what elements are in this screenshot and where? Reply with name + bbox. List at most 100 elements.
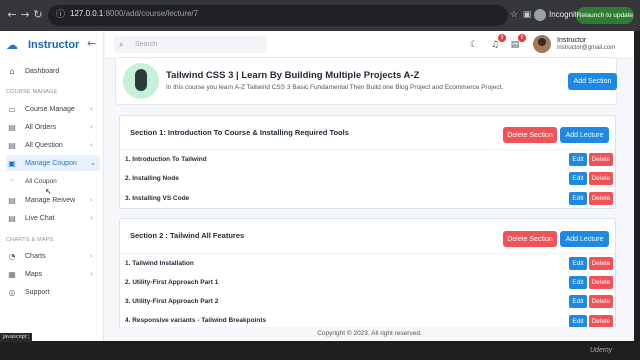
incognito-indicator: Incognito	[534, 9, 581, 21]
edit-lecture-button[interactable]: Edit	[569, 172, 587, 185]
relaunch-button[interactable]: Relaunch to update	[576, 7, 634, 24]
edit-lecture-button[interactable]: Edit	[569, 192, 587, 205]
add-lecture-button[interactable]: Add Lecture	[560, 231, 609, 247]
avatar	[533, 35, 551, 53]
info-icon[interactable]: ⓘ	[56, 9, 68, 21]
sidebar-item-label: Dashboard	[25, 67, 60, 75]
chevron-left-icon: ‹	[90, 105, 93, 113]
forward-icon[interactable]: →	[18, 8, 32, 22]
orders-icon: ▤	[8, 122, 16, 132]
sidebar-item-label: Manage Coupon	[25, 159, 77, 167]
section-label-charts-maps: CHARTS & MAPS	[6, 237, 54, 243]
notification-badge: 0	[498, 34, 506, 42]
sidepanel-icon[interactable]: ▣	[521, 9, 533, 21]
reload-icon[interactable]: ↻	[31, 8, 45, 22]
search-input[interactable]	[135, 41, 255, 48]
cart-icon[interactable]: ▤ 0	[508, 34, 526, 52]
url-text: 127.0.0.1:8000/add/course/lecture/7	[70, 9, 199, 18]
user-email: instructor@gmail.com	[557, 45, 616, 51]
edit-lecture-button[interactable]: Edit	[569, 153, 587, 166]
sidebar-item-support[interactable]: ◎ Support	[6, 284, 100, 300]
sidebar-item-all-question[interactable]: ▤ All Question ‹	[6, 137, 100, 153]
delete-section-button[interactable]: Delete Section	[503, 127, 557, 143]
brand-logo-icon: ☁	[6, 38, 18, 52]
sidebar-item-label: Maps	[25, 270, 43, 278]
book-icon: ▭	[8, 104, 16, 114]
collapse-sidebar-icon[interactable]: ←	[87, 37, 96, 50]
delete-lecture-button[interactable]: Delete	[589, 295, 613, 308]
map-icon: ▦	[8, 269, 16, 279]
user-name: Instructor	[557, 37, 587, 44]
chevron-left-icon: ‹	[90, 141, 93, 149]
window-edge	[634, 31, 640, 360]
udemy-watermark: Udemy	[590, 347, 613, 354]
question-icon: ▤	[8, 140, 16, 150]
chat-icon: ▤	[8, 213, 16, 223]
app-window: ☁ Instructor ← ⌂ Dashboard COURSE MANAGE…	[0, 31, 634, 341]
star-icon[interactable]: ☆	[508, 9, 520, 21]
chevron-left-icon: ‹	[90, 123, 93, 131]
lecture-title: 2. Utility-First Approach Part 1	[125, 279, 219, 286]
section-title: Section 1: Introduction To Course & Inst…	[130, 128, 349, 137]
dark-mode-moon-icon[interactable]: ☾	[467, 38, 481, 52]
sidebar-item-live-chat[interactable]: ▤ Live Chat ‹	[6, 210, 100, 226]
sidebar-item-label: Charts	[25, 252, 46, 260]
delete-section-button[interactable]: Delete Section	[503, 231, 557, 247]
sidebar-item-manage-coupon[interactable]: ▣ Manage Coupon ⌄	[6, 155, 100, 171]
review-icon: ▤	[8, 195, 16, 205]
address-bar[interactable]: ⓘ 127.0.0.1:8000/add/course/lecture/7	[48, 5, 508, 26]
course-thumbnail	[123, 63, 159, 99]
sidebar-item-label: Live Chat	[25, 214, 55, 222]
sidebar-item-charts[interactable]: ◔ Charts ‹	[6, 248, 100, 264]
edit-lecture-button[interactable]: Edit	[569, 295, 587, 308]
sidebar-item-label: Course Manage	[25, 105, 75, 113]
sidebar-item-maps[interactable]: ▦ Maps ‹	[6, 266, 100, 282]
delete-lecture-button[interactable]: Delete	[589, 276, 613, 289]
sidebar-item-label: All Coupon	[25, 177, 57, 185]
search-icon: ⌕	[119, 39, 124, 49]
add-lecture-button[interactable]: Add Lecture	[560, 127, 609, 143]
course-description: In this course you learn A-Z Tailwind CS…	[166, 84, 504, 91]
bullet-icon: ○	[10, 178, 14, 184]
notification-bell-icon[interactable]: ♫ 0	[488, 34, 506, 52]
sidebar: ☁ Instructor ← ⌂ Dashboard COURSE MANAGE…	[0, 31, 104, 341]
edit-lecture-button[interactable]: Edit	[569, 257, 587, 270]
edit-lecture-button[interactable]: Edit	[569, 276, 587, 289]
sidebar-item-all-orders[interactable]: ▤ All Orders ‹	[6, 119, 100, 135]
sidebar-item-label: All Orders	[25, 123, 57, 131]
delete-lecture-button[interactable]: Delete	[589, 192, 613, 205]
divider	[120, 253, 617, 254]
lecture-title: 3. Utility-First Approach Part 2	[125, 298, 219, 305]
video-bottom-bar	[0, 341, 634, 360]
course-title: Tailwind CSS 3 | Learn By Building Multi…	[166, 70, 420, 81]
sidebar-item-label: All Question	[25, 141, 63, 149]
footer-copyright: Copyright © 2023. All right reserved.	[105, 327, 634, 341]
brand[interactable]: ☁ Instructor	[6, 37, 79, 53]
sidebar-item-label: Manage Reivew	[25, 196, 76, 204]
lecture-title: 2. Installing Node	[125, 175, 179, 182]
delete-lecture-button[interactable]: Delete	[589, 172, 613, 185]
sidebar-item-manage-review[interactable]: ▤ Manage Reivew ‹	[6, 192, 100, 208]
user-menu[interactable]: Instructor instructor@gmail.com	[533, 35, 615, 53]
search-box: ⌕	[114, 36, 267, 53]
chevron-down-icon: ⌄	[90, 159, 96, 167]
link-status-bar: javascript:;	[0, 333, 33, 342]
browser-toolbar: ← → ↻ ⓘ 127.0.0.1:8000/add/course/lectur…	[0, 0, 640, 31]
delete-lecture-button[interactable]: Delete	[589, 153, 613, 166]
sidebar-item-course-manage[interactable]: ▭ Course Manage ‹	[6, 101, 100, 117]
lecture-title: 1. Tailwind Installation	[125, 260, 194, 267]
delete-lecture-button[interactable]: Delete	[589, 257, 613, 270]
section-label-course-manage: COURSE MANAGE	[6, 89, 58, 95]
sidebar-item-label: Support	[25, 288, 50, 296]
section-card-1: Section 1: Introduction To Course & Inst…	[119, 115, 617, 209]
sidebar-item-dashboard[interactable]: ⌂ Dashboard	[6, 63, 100, 79]
chevron-left-icon: ‹	[90, 252, 93, 260]
back-icon[interactable]: ←	[5, 8, 19, 22]
home-icon: ⌂	[9, 66, 15, 76]
add-section-button[interactable]: Add Section	[568, 73, 617, 90]
sidebar-subitem-all-coupon[interactable]: ○ All Coupon	[6, 174, 100, 188]
top-header: ⌕ ☾ ♫0 ▤0 Instructor instructor@gmail.co…	[105, 31, 634, 59]
chevron-left-icon: ‹	[90, 214, 93, 222]
chevron-left-icon: ‹	[90, 196, 93, 204]
section-card-2: Section 2 : Tailwind All Features Delete…	[119, 218, 617, 330]
